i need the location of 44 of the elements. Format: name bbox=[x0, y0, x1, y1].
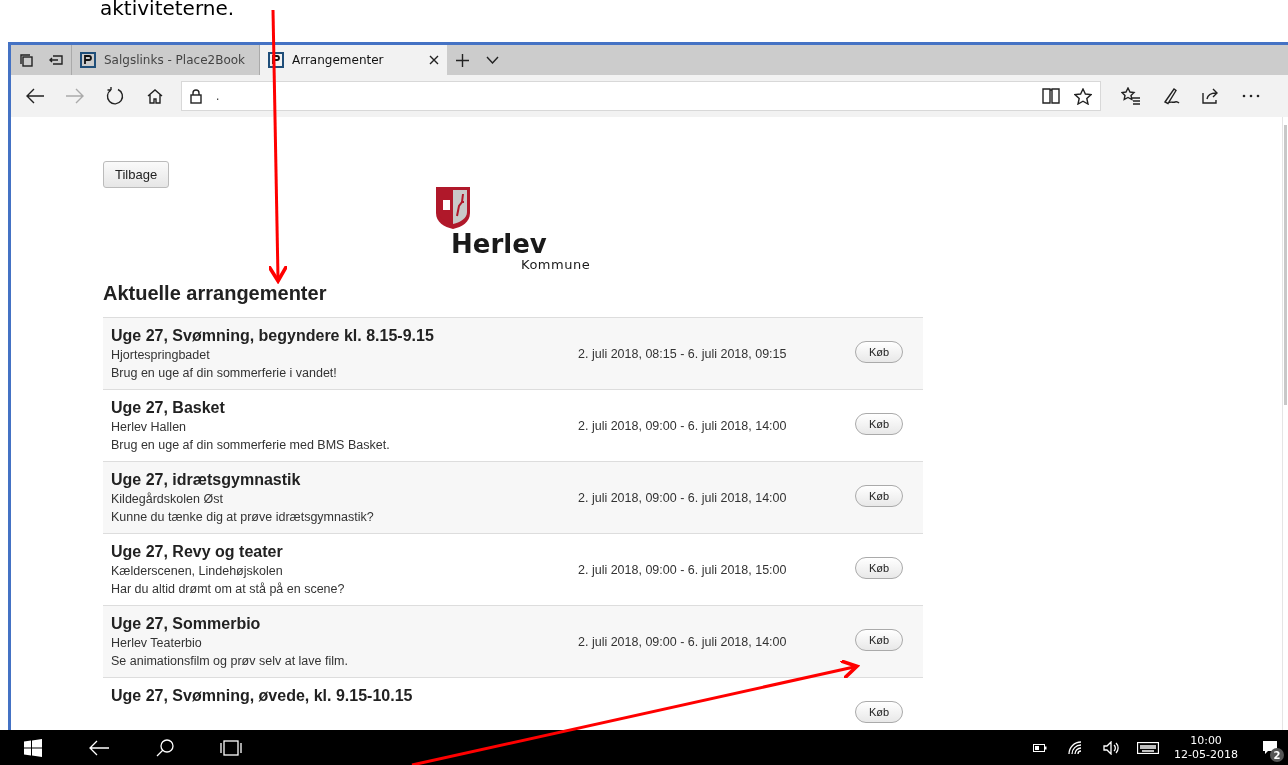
back-button[interactable]: Tilbage bbox=[103, 161, 170, 188]
address-bar[interactable]: . bbox=[181, 81, 1101, 111]
event-title: Uge 27, Svømning, begyndere kl. 8.15-9.15 bbox=[111, 326, 435, 346]
event-title: Uge 27, idrætsgymnastik bbox=[111, 470, 302, 490]
event-venue: Herlev Teaterbio bbox=[111, 635, 203, 652]
event-description: Se animationsfilm og prøv selv at lave film. bbox=[111, 653, 349, 670]
event-dates: 2. juli 2018, 09:00 - 6. juli 2018, 15:00 bbox=[578, 563, 788, 577]
notification-button[interactable]: 2 bbox=[1252, 730, 1288, 765]
scrollbar[interactable] bbox=[1282, 117, 1288, 730]
coat-of-arms-icon bbox=[435, 186, 471, 230]
event-venue: Kælderscenen, Lindehøjskolen bbox=[111, 563, 284, 580]
event-venue: Hjortespringbadet bbox=[111, 347, 211, 364]
event-title: Uge 27, Basket bbox=[111, 398, 226, 418]
event-description: Har du altid drømt om at stå på en scene? bbox=[111, 581, 346, 598]
event-title: Uge 27, Sommerbio bbox=[111, 614, 262, 634]
event-description: Brug en uge af din sommerferie med BMS Basket. bbox=[111, 437, 391, 454]
logo-subtext: Kommune bbox=[521, 258, 592, 272]
lock-icon bbox=[190, 88, 202, 104]
buy-button[interactable]: Køb bbox=[855, 485, 903, 507]
buy-button[interactable]: Køb bbox=[855, 629, 903, 651]
site-logo-icon bbox=[268, 52, 284, 68]
buy-button[interactable]: Køb bbox=[855, 557, 903, 579]
logo-text: Herlev bbox=[451, 230, 548, 258]
close-icon[interactable] bbox=[429, 55, 439, 65]
browser-tab[interactable]: Arrangementer bbox=[259, 45, 447, 75]
buy-button[interactable]: Køb bbox=[855, 341, 903, 363]
star-icon[interactable] bbox=[1074, 87, 1092, 105]
event-title: Uge 27, Revy og teater bbox=[111, 542, 284, 562]
site-logo-icon bbox=[80, 52, 96, 68]
event-dates: 2. juli 2018, 09:00 - 6. juli 2018, 14:00 bbox=[578, 491, 788, 505]
event-venue: Herlev Hallen bbox=[111, 419, 188, 436]
event-dates: 2. juli 2018, 08:15 - 6. juli 2018, 09:15 bbox=[578, 347, 788, 361]
event-title: Uge 27, Svømning, øvede, kl. 9.15-10.15 bbox=[111, 686, 414, 706]
clock[interactable]: 10:00 12-05-2018 bbox=[1174, 733, 1238, 762]
buy-button[interactable]: Køb bbox=[855, 413, 903, 435]
event-dates: 2. juli 2018, 09:00 - 6. juli 2018, 14:00 bbox=[578, 419, 788, 433]
event-venue: Kildegårdskolen Øst bbox=[111, 491, 224, 508]
event-description: Kunne du tænke dig at prøve idrætsgymnastik? bbox=[111, 509, 375, 526]
buy-button[interactable]: Køb bbox=[855, 701, 903, 723]
page-heading: Aktuelle arrangementer bbox=[103, 282, 328, 305]
book-icon[interactable] bbox=[1042, 88, 1060, 104]
event-description: Brug en uge af din sommerferie i vandet! bbox=[111, 365, 338, 382]
event-dates: 2. juli 2018, 09:00 - 6. juli 2018, 14:00 bbox=[578, 635, 788, 649]
annotation-text: aktiviteterne. bbox=[100, 0, 235, 20]
